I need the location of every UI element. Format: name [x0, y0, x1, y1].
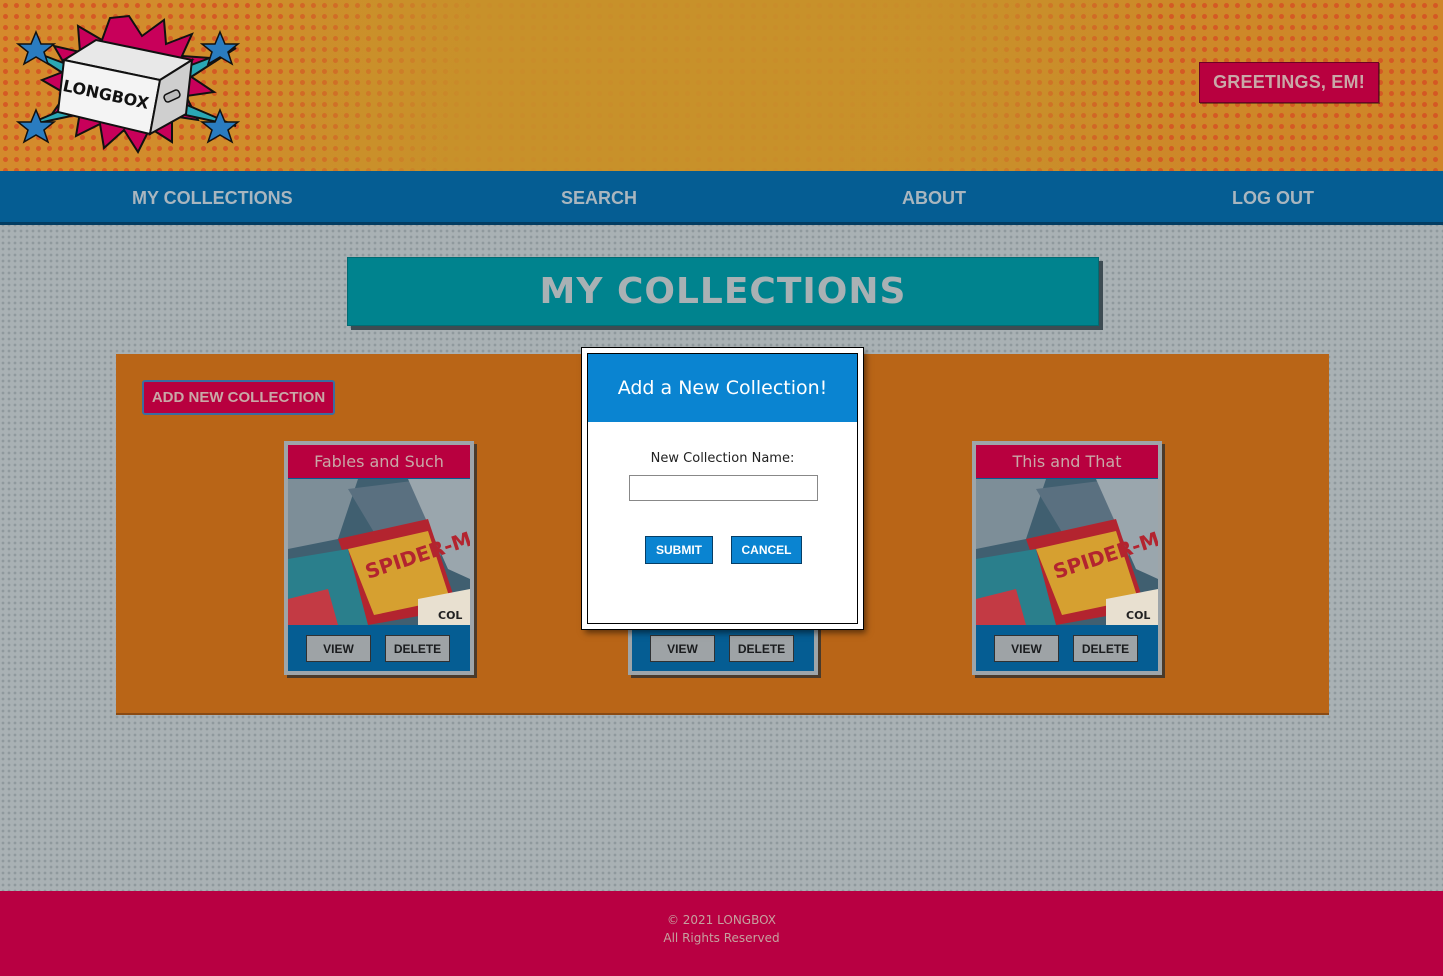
delete-button[interactable]: DELETE	[1073, 635, 1138, 662]
collection-card: Fables and Such SPIDER-MAN COL VIEW DELE…	[284, 441, 474, 675]
page-title: MY COLLECTIONS	[347, 257, 1099, 326]
footer-rights: All Rights Reserved	[663, 931, 780, 945]
modal-body: Add a New Collection! New Collection Nam…	[587, 353, 858, 624]
main-nav: MY COLLECTIONS SEARCH ABOUT LOG OUT	[0, 171, 1443, 225]
collection-name-input[interactable]	[629, 475, 818, 501]
collection-name-label: New Collection Name:	[650, 451, 795, 466]
view-button[interactable]: VIEW	[306, 635, 371, 662]
view-button[interactable]: VIEW	[994, 635, 1059, 662]
nav-search[interactable]: SEARCH	[561, 188, 637, 209]
svg-text:COL: COL	[1126, 609, 1150, 622]
header-shine	[250, 0, 1150, 171]
site-footer: © 2021 LONGBOX All Rights Reserved	[0, 891, 1443, 976]
nav-my-collections[interactable]: MY COLLECTIONS	[132, 188, 293, 209]
footer-copyright: © 2021 LONGBOX	[666, 913, 777, 927]
nav-log-out[interactable]: LOG OUT	[1232, 188, 1314, 209]
collection-card: This and That SPIDER-MAN COL VIEW DELETE	[972, 441, 1162, 675]
add-collection-modal: Add a New Collection! New Collection Nam…	[582, 348, 863, 629]
modal-title: Add a New Collection!	[588, 354, 857, 422]
nav-about[interactable]: ABOUT	[902, 188, 966, 209]
delete-button[interactable]: DELETE	[729, 635, 794, 662]
collection-cover-image: SPIDER-MAN COL	[288, 479, 470, 625]
collection-cover-image: SPIDER-MAN COL	[976, 479, 1158, 625]
site-header: LONGBOX GREETINGS, EM!	[0, 0, 1443, 171]
greeting-button[interactable]: GREETINGS, EM!	[1199, 62, 1379, 103]
delete-button[interactable]: DELETE	[385, 635, 450, 662]
svg-text:COL: COL	[438, 609, 462, 622]
view-button[interactable]: VIEW	[650, 635, 715, 662]
collection-title: Fables and Such	[288, 445, 470, 478]
cancel-button[interactable]: CANCEL	[731, 536, 802, 564]
collection-title: This and That	[976, 445, 1158, 478]
add-new-collection-button[interactable]: ADD NEW COLLECTION	[142, 380, 335, 415]
submit-button[interactable]: SUBMIT	[645, 536, 713, 564]
longbox-logo[interactable]: LONGBOX	[14, 14, 244, 154]
